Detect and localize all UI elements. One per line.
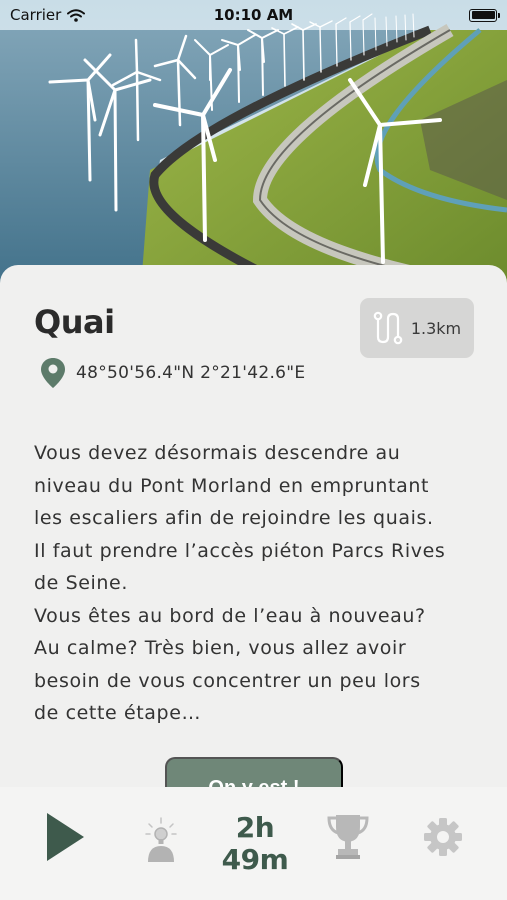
status-time: 10:10 AM [213, 6, 294, 24]
hero-image [0, 0, 507, 300]
coordinates-row: 48°50'56.4"N 2°21'42.6"E [40, 357, 305, 389]
timer-minutes: 49m [221, 843, 289, 876]
route-icon [373, 311, 403, 345]
step-card: Quai 1.3km 48°50'56.4"N 2°21'42.6"E Vous… [0, 265, 507, 805]
step-title: Quai [34, 303, 115, 341]
timer-hours: 2h [235, 811, 275, 844]
battery-icon [469, 8, 500, 22]
tab-settings[interactable] [410, 787, 476, 887]
hint-bulb-icon [145, 817, 177, 862]
gear-icon [424, 818, 462, 856]
status-bar: Carrier 10:10 AM [0, 0, 507, 30]
location-pin-icon [41, 358, 65, 388]
tab-hint[interactable] [128, 787, 194, 887]
tab-play[interactable] [30, 787, 100, 887]
step-description: Vous devez désormais descendre au niveau… [34, 442, 446, 724]
coordinates-label: 48°50'56.4"N 2°21'42.6"E [76, 363, 306, 383]
play-icon [47, 813, 84, 861]
distance-badge: 1.3km [360, 298, 474, 358]
tab-trophy[interactable] [315, 787, 381, 887]
trophy-icon [327, 815, 369, 859]
countdown-timer: 2h 49m [210, 812, 300, 876]
distance-label: 1.3km [410, 318, 462, 338]
